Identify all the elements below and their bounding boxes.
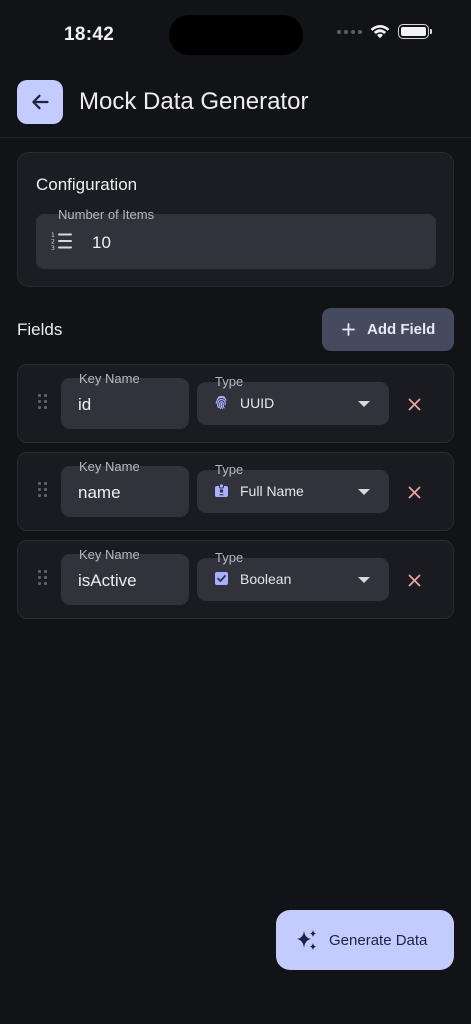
configuration-card: Configuration Number of Items 1 2 3 10 — [17, 152, 454, 287]
number-of-items-label: Number of Items — [58, 207, 155, 222]
configuration-title: Configuration — [36, 175, 138, 194]
drag-handle-icon[interactable] — [38, 394, 48, 410]
key-name-label: Key Name — [79, 371, 140, 386]
key-name-value: id — [78, 395, 92, 414]
type-value: UUID — [240, 395, 275, 411]
fingerprint-icon — [214, 395, 229, 410]
number-of-items-value: 10 — [92, 233, 111, 252]
type-label: Type — [215, 550, 244, 565]
status-bar: 18:42 — [0, 0, 471, 70]
field-row-id: Key Name id Type UUID — [17, 364, 454, 443]
type-label: Type — [215, 462, 244, 477]
key-name-label: Key Name — [79, 459, 140, 474]
generate-data-button[interactable]: Generate Data — [276, 910, 454, 970]
field-row-isactive: Key Name isActive Type Boolean — [17, 540, 454, 619]
sparkles-icon — [297, 930, 316, 950]
status-icons — [337, 24, 432, 39]
close-icon — [408, 574, 420, 586]
remove-field-button[interactable] — [404, 570, 424, 590]
checkbox-icon — [214, 571, 229, 586]
remove-field-button[interactable] — [404, 482, 424, 502]
close-icon — [408, 398, 420, 410]
drag-handle-icon[interactable] — [38, 570, 48, 586]
key-name-label: Key Name — [79, 547, 140, 562]
arrow-left-icon — [32, 94, 49, 110]
numbered-list-icon: 1 2 3 — [51, 232, 72, 251]
back-button[interactable] — [17, 80, 63, 124]
chevron-down-icon — [358, 489, 370, 495]
chevron-down-icon — [358, 401, 370, 407]
dynamic-island — [169, 15, 303, 55]
key-name-value: isActive — [78, 571, 137, 590]
type-select[interactable]: Type Full Name — [197, 462, 389, 513]
cellular-signal-icon — [337, 29, 362, 34]
fields-title: Fields — [17, 320, 63, 339]
drag-handle-icon[interactable] — [38, 482, 48, 498]
key-name-input[interactable]: Key Name id — [61, 371, 189, 429]
badge-icon — [214, 483, 229, 498]
plus-icon — [342, 323, 355, 336]
type-value: Full Name — [240, 483, 304, 499]
type-value: Boolean — [240, 571, 292, 587]
number-of-items-input[interactable]: Number of Items 1 2 3 10 — [36, 207, 436, 269]
key-name-input[interactable]: Key Name isActive — [61, 547, 189, 605]
close-icon — [408, 486, 420, 498]
status-time: 18:42 — [64, 24, 115, 45]
type-select[interactable]: Type Boolean — [197, 550, 389, 601]
add-field-button[interactable]: Add Field — [322, 308, 454, 351]
generate-data-label: Generate Data — [329, 931, 428, 949]
wifi-icon — [370, 25, 390, 39]
key-name-input[interactable]: Key Name name — [61, 459, 189, 517]
svg-text:3: 3 — [51, 245, 55, 251]
key-name-value: name — [78, 483, 121, 502]
page-title: Mock Data Generator — [79, 88, 309, 115]
add-field-label: Add Field — [367, 321, 436, 338]
type-select[interactable]: Type UUID — [197, 374, 389, 425]
field-row-name: Key Name name Type Full Name — [17, 452, 454, 531]
app-header: Mock Data Generator — [0, 80, 471, 138]
chevron-down-icon — [358, 577, 370, 583]
battery-icon — [398, 24, 432, 39]
type-label: Type — [215, 374, 244, 389]
remove-field-button[interactable] — [404, 394, 424, 414]
